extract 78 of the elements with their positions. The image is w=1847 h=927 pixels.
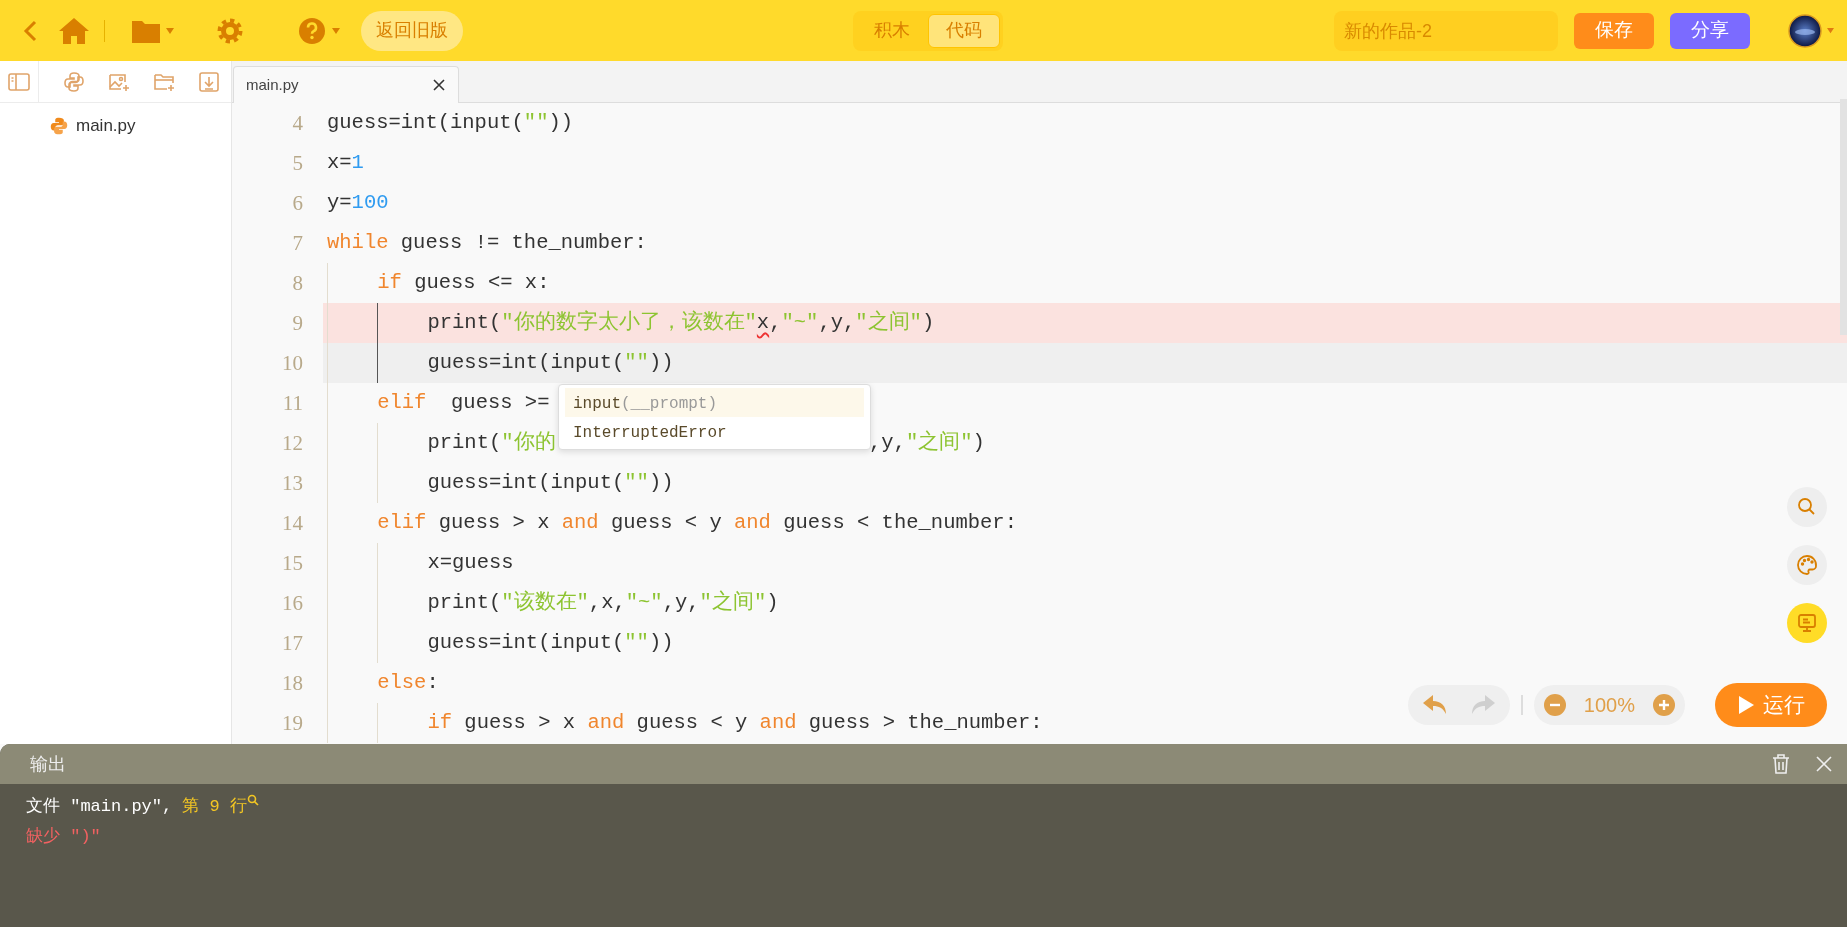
old-version-button[interactable]: 返回旧版 (361, 10, 463, 51)
code-line: elif guess >= (377, 389, 550, 416)
monitor-icon (1795, 611, 1819, 635)
code-line: x=guess (427, 549, 514, 576)
line-number: 19 (281, 710, 304, 737)
trash-icon (1771, 753, 1791, 775)
line-number: 16 (281, 590, 304, 617)
code-line: print("该数在",x,"~",y,"之间") (427, 589, 779, 616)
panel-title: 输出 (30, 752, 66, 776)
code-line: else: (377, 669, 439, 696)
code-line: guess=int(input("")) (427, 349, 674, 376)
search-button[interactable] (1787, 487, 1827, 527)
scrollbar-thumb[interactable] (1840, 99, 1847, 335)
code-line: x=1 (327, 149, 364, 176)
python-icon (61, 69, 86, 94)
help-icon (297, 15, 327, 46)
home-icon (58, 15, 90, 46)
share-button[interactable]: 分享 (1670, 12, 1750, 49)
line-number: 7 (291, 230, 304, 257)
code-line: guess=int(input("")) (327, 109, 574, 136)
help-menu-button[interactable] (297, 15, 341, 46)
suggestion-item[interactable]: input(__prompt) (565, 388, 864, 417)
line-number: 4 (291, 110, 304, 137)
line-number: 5 (291, 150, 304, 177)
code-line: guess=int(input("")) (427, 629, 674, 656)
code-line: elif guess > x and guess < y and guess < the_number: (377, 509, 1017, 536)
mode-tab[interactable]: 代码 (927, 13, 1000, 48)
line-number: 10 (281, 350, 304, 377)
theme-button[interactable] (1787, 545, 1827, 585)
line-number: 13 (281, 470, 304, 497)
error-message: 缺少 ")" (26, 826, 101, 848)
code-line: print("你的数字太小了，该数在"x,"~",y,"之间") (427, 309, 935, 336)
python-icon (50, 116, 68, 135)
code-line: if guess > x and guess < y and guess > the_number: (427, 709, 1043, 736)
suggestion-item[interactable]: InterruptedError (565, 417, 864, 446)
caret-icon (165, 26, 175, 35)
code-line: if guess <= x: (377, 269, 550, 296)
line-number: 6 (291, 190, 304, 217)
file-tab[interactable]: main.py (233, 66, 459, 103)
zoom-out-button[interactable] (1543, 694, 1566, 716)
line-number: 18 (281, 670, 304, 697)
zoom-in-button[interactable] (1653, 694, 1675, 716)
close-icon (1815, 755, 1833, 773)
home-button[interactable] (58, 15, 90, 46)
close-tab-button[interactable] (432, 78, 446, 92)
line-number: 15 (281, 550, 304, 577)
close-output-button[interactable] (1815, 755, 1833, 773)
mode-tab[interactable]: 积木 (855, 13, 928, 48)
code-line: while guess != the_number: (327, 229, 647, 256)
error-location-link[interactable]: 第 9 行 (182, 794, 248, 820)
line-number: 8 (291, 270, 304, 297)
line-number: 12 (281, 430, 304, 457)
caret-icon (331, 26, 341, 35)
run-button[interactable]: 运行 (1715, 683, 1827, 727)
code-line: print("你的 (427, 429, 556, 456)
account-menu-button[interactable] (1788, 13, 1835, 48)
line-number: 11 (281, 390, 304, 417)
save-button[interactable]: 保存 (1574, 12, 1654, 49)
play-icon (1737, 695, 1755, 715)
search-icon (247, 794, 260, 806)
caret-icon (1826, 27, 1835, 34)
code-line: guess=int(input("")) (427, 469, 674, 496)
code-line: ,y,"之间") (869, 429, 985, 456)
code-line: y=100 (327, 189, 389, 216)
zoom-level: 100% (1583, 693, 1635, 718)
output-text: 文件 "main.py", (26, 796, 174, 818)
plus-icon (1653, 694, 1675, 716)
palette-icon (1795, 553, 1819, 577)
file-item[interactable]: main.py (0, 103, 231, 139)
clear-output-button[interactable] (1771, 753, 1791, 775)
close-icon (432, 78, 446, 92)
line-number: 14 (281, 510, 304, 537)
line-number: 17 (281, 630, 304, 657)
line-number: 9 (291, 310, 304, 337)
console-button[interactable] (1787, 603, 1827, 643)
avatar (1788, 13, 1822, 48)
download-icon (196, 69, 221, 94)
minus-icon (1543, 694, 1566, 716)
